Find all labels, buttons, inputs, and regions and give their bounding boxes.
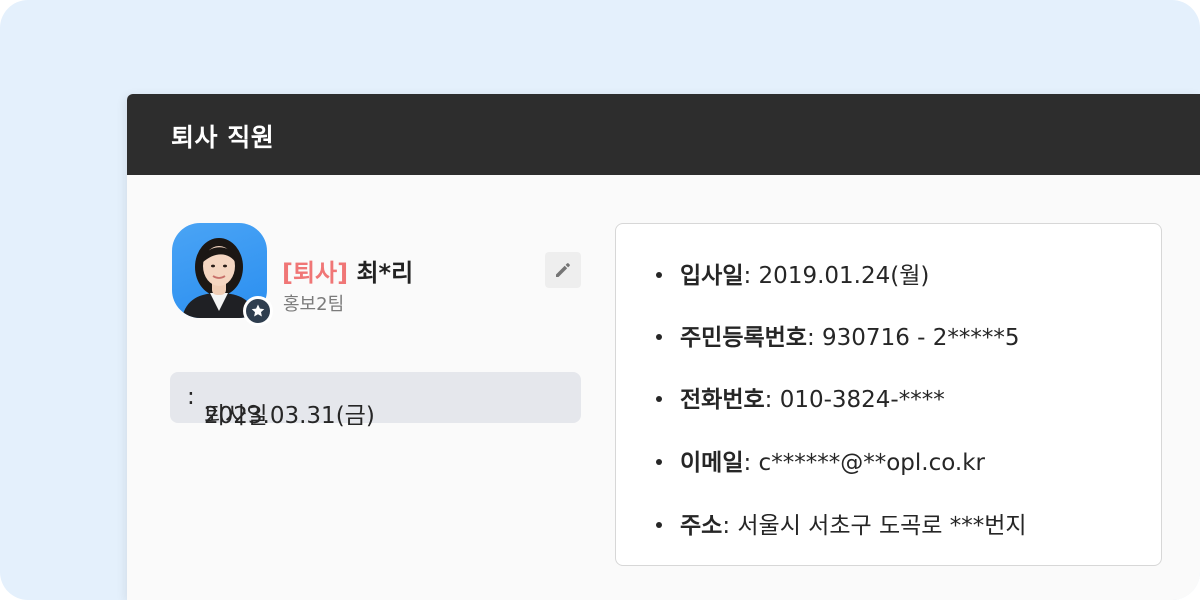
leave-date-box: 퇴사일: 2023.03.31(금) — [170, 372, 581, 429]
info-value: 930716 - 2*****5 — [822, 325, 1020, 351]
employee-team: 홍보2팀 — [283, 294, 345, 315]
list-item: 주소: 서울시 서초구 도곡로 ***번지 — [656, 506, 1027, 540]
bullet — [656, 333, 662, 340]
info-label: 주소 — [680, 513, 723, 539]
page-background: 퇴사 직원 [퇴사] 최*리 홍보2팀 퇴사일: 2023.03.31(금) … — [0, 0, 1200, 600]
edit-button[interactable] — [545, 252, 581, 288]
info-value: 서울시 서초구 도곡로 ***번지 — [737, 513, 1027, 539]
bullet — [656, 458, 662, 465]
info-value: 2019.01.24(월) — [758, 263, 930, 289]
star-icon — [251, 304, 265, 317]
employee-name: 최*리 — [356, 259, 414, 287]
info-label: 이메일 — [680, 450, 744, 476]
leave-date-text: 퇴사일: 2023.03.31(금) — [187, 384, 375, 429]
info-label: 주민등록번호 — [680, 325, 807, 351]
list-item: 주민등록번호: 930716 - 2*****5 — [656, 318, 1020, 352]
window-title: 퇴사 직원 — [171, 123, 275, 152]
info-value: c******@**opl.co.kr — [758, 450, 985, 476]
badge — [243, 296, 273, 326]
info-label: 입사일 — [680, 263, 744, 289]
status-badge: [퇴사] — [282, 259, 349, 287]
list-item: 입사일: 2019.01.24(월) — [656, 256, 929, 290]
employee-name-line: [퇴사] 최*리 — [282, 253, 413, 288]
info-label: 전화번호 — [680, 387, 765, 413]
retired-employee-window: 퇴사 직원 [퇴사] 최*리 홍보2팀 퇴사일: 2023.03.31(금) … — [127, 94, 1200, 600]
bullet — [656, 395, 662, 402]
bullet — [656, 521, 662, 528]
info-value: 010-3824-**** — [779, 387, 945, 413]
titlebar: 퇴사 직원 — [127, 94, 1200, 175]
bullet — [656, 271, 662, 278]
employee-info-card: 입사일: 2019.01.24(월) 주민등록번호: 930716 - 2***… — [615, 223, 1162, 566]
list-item: 이메일: c******@**opl.co.kr — [656, 443, 985, 477]
pencil-icon — [556, 263, 570, 277]
list-item: 전화번호: 010-3824-**** — [656, 380, 945, 414]
leave-date-value: 2023.03.31(금) — [204, 403, 375, 429]
